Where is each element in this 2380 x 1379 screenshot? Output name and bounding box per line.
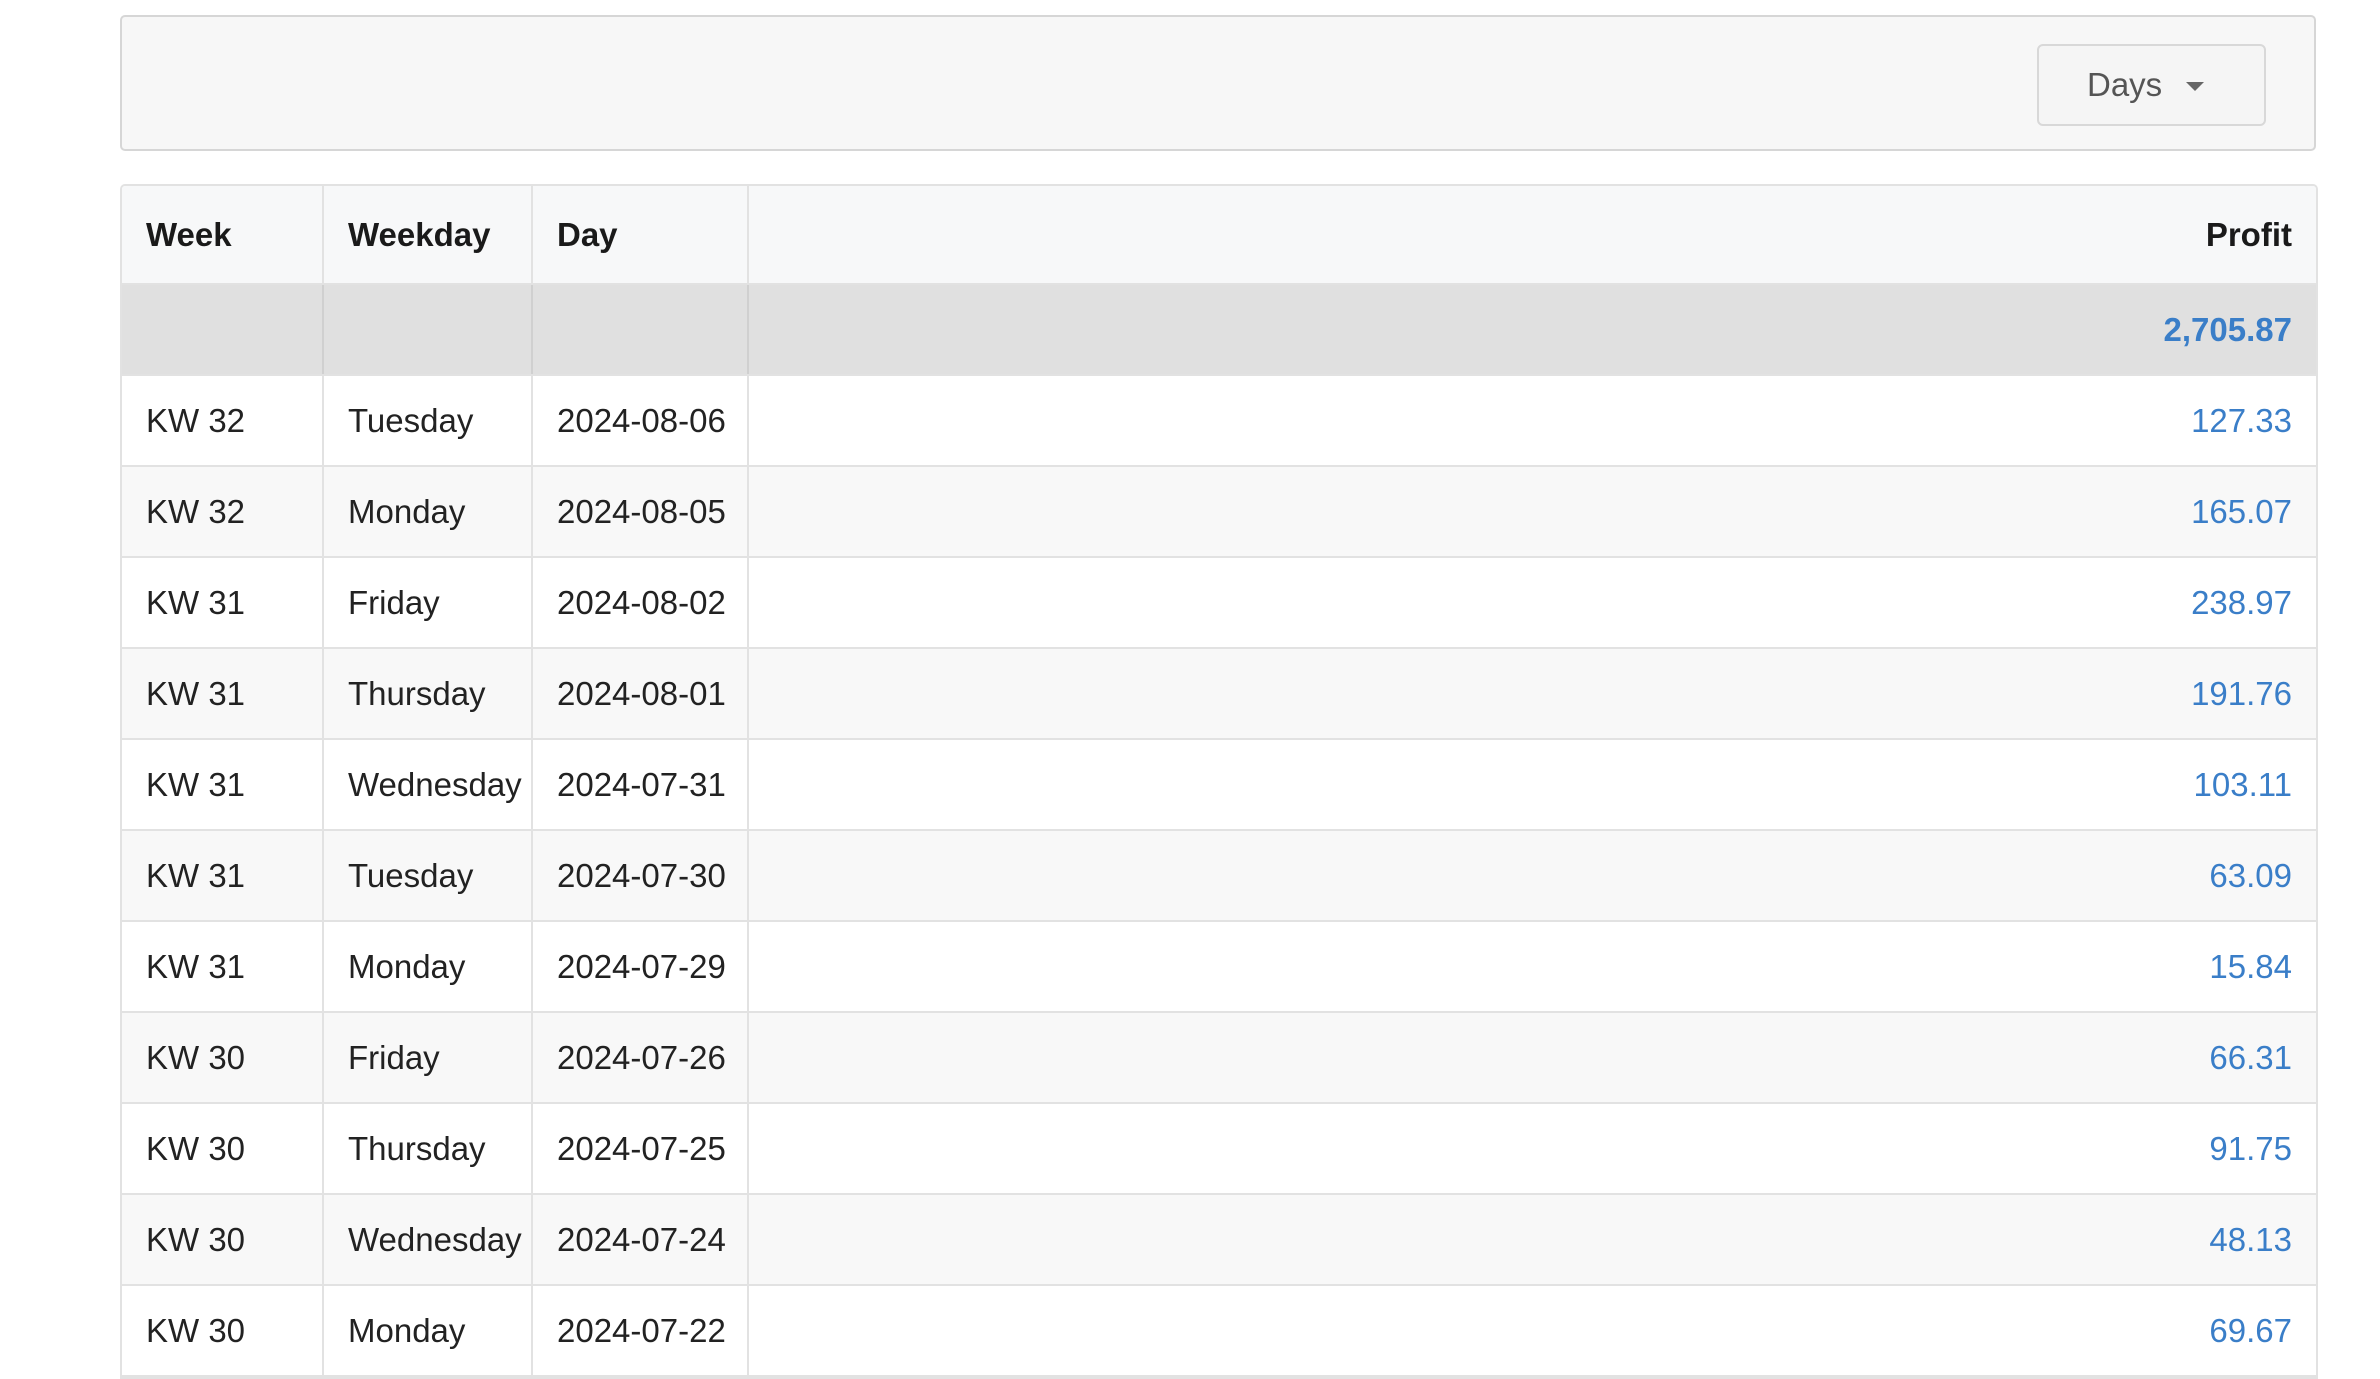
profit-cell: 238.97 (748, 557, 2316, 649)
profit-cell: 91.75 (748, 1103, 2316, 1195)
table-row[interactable]: KW 31 Tuesday 2024-07-30 63.09 (122, 830, 2316, 922)
day-cell: 2024-07-31 (532, 739, 749, 831)
table-row[interactable]: KW 31 Friday 2024-08-02 238.97 (122, 557, 2316, 649)
profit-cell: 191.76 (748, 648, 2316, 740)
table-row[interactable]: KW 31 Thursday 2024-08-01 191.76 (122, 648, 2316, 740)
week-cell: KW 31 (122, 921, 324, 1013)
day-cell: 2024-08-02 (532, 557, 749, 649)
column-header-day[interactable]: Day (532, 186, 749, 285)
filter-toolbar: Days (120, 15, 2316, 151)
day-cell: 2024-07-24 (532, 1194, 749, 1286)
profit-cell: 103.11 (748, 739, 2316, 831)
weekday-cell: Thursday (323, 648, 533, 740)
weekday-cell: Friday (323, 1012, 533, 1104)
weekday-cell: Thursday (323, 1103, 533, 1195)
weekday-cell: Monday (323, 921, 533, 1013)
profit-cell: 66.31 (748, 1012, 2316, 1104)
day-cell: 2024-07-22 (532, 1285, 749, 1377)
column-header-weekday[interactable]: Weekday (323, 186, 533, 285)
table-row[interactable]: KW 30 Monday 2024-07-22 69.67 (122, 1285, 2316, 1377)
day-cell: 2024-08-05 (532, 466, 749, 558)
day-cell: 2024-07-30 (532, 830, 749, 922)
week-cell: KW 31 (122, 830, 324, 922)
week-cell: KW 30 (122, 1012, 324, 1104)
day-cell: 2024-08-01 (532, 648, 749, 740)
profit-cell: 48.13 (748, 1194, 2316, 1286)
weekday-cell: Tuesday (323, 830, 533, 922)
week-cell: KW 31 (122, 557, 324, 649)
weekday-cell: Wednesday (323, 739, 533, 831)
day-cell: 2024-08-06 (532, 375, 749, 467)
grouping-select-value: Days (2087, 66, 2163, 103)
week-cell: KW 30 (122, 1285, 324, 1377)
profit-cell: 69.67 (748, 1285, 2316, 1377)
profit-cell: 165.07 (748, 466, 2316, 558)
table-row[interactable]: KW 32 Monday 2024-08-05 165.07 (122, 466, 2316, 558)
day-cell: 2024-07-26 (532, 1012, 749, 1104)
total-day-cell (532, 284, 749, 376)
grouping-select[interactable]: Days (2037, 44, 2266, 126)
weekday-cell: Monday (323, 466, 533, 558)
table-row[interactable]: KW 31 Wednesday 2024-07-31 103.11 (122, 739, 2316, 831)
profit-cell: 15.84 (748, 921, 2316, 1013)
total-weekday-cell (323, 284, 533, 376)
table-row[interactable]: KW 30 Friday 2024-07-26 66.31 (122, 1012, 2316, 1104)
week-cell: KW 32 (122, 466, 324, 558)
table-row[interactable]: KW 32 Tuesday 2024-08-06 127.33 (122, 375, 2316, 467)
total-week-cell (122, 284, 324, 376)
week-cell: KW 31 (122, 739, 324, 831)
table-row[interactable]: KW 30 Thursday 2024-07-25 91.75 (122, 1103, 2316, 1195)
table-header-row: Week Weekday Day Profit (122, 186, 2316, 285)
profit-cell: 127.33 (748, 375, 2316, 467)
total-row: 2,705.87 (122, 284, 2316, 376)
table-row[interactable]: KW 30 Wednesday 2024-07-24 48.13 (122, 1194, 2316, 1286)
week-cell: KW 30 (122, 1194, 324, 1286)
chevron-down-icon (2186, 82, 2204, 91)
column-header-week[interactable]: Week (122, 186, 324, 285)
week-cell: KW 31 (122, 648, 324, 740)
weekday-cell: Friday (323, 557, 533, 649)
profit-cell: 63.09 (748, 830, 2316, 922)
weekday-cell: Monday (323, 1285, 533, 1377)
total-profit-cell: 2,705.87 (748, 284, 2316, 376)
day-cell: 2024-07-29 (532, 921, 749, 1013)
day-cell: 2024-07-25 (532, 1103, 749, 1195)
week-cell: KW 30 (122, 1103, 324, 1195)
weekday-cell: Wednesday (323, 1194, 533, 1286)
table-row[interactable]: KW 31 Monday 2024-07-29 15.84 (122, 921, 2316, 1013)
weekday-cell: Tuesday (323, 375, 533, 467)
week-cell: KW 32 (122, 375, 324, 467)
column-header-profit[interactable]: Profit (748, 186, 2316, 285)
profit-table: Week Weekday Day Profit 2,705.87 KW 32 Tu… (120, 184, 2318, 1379)
